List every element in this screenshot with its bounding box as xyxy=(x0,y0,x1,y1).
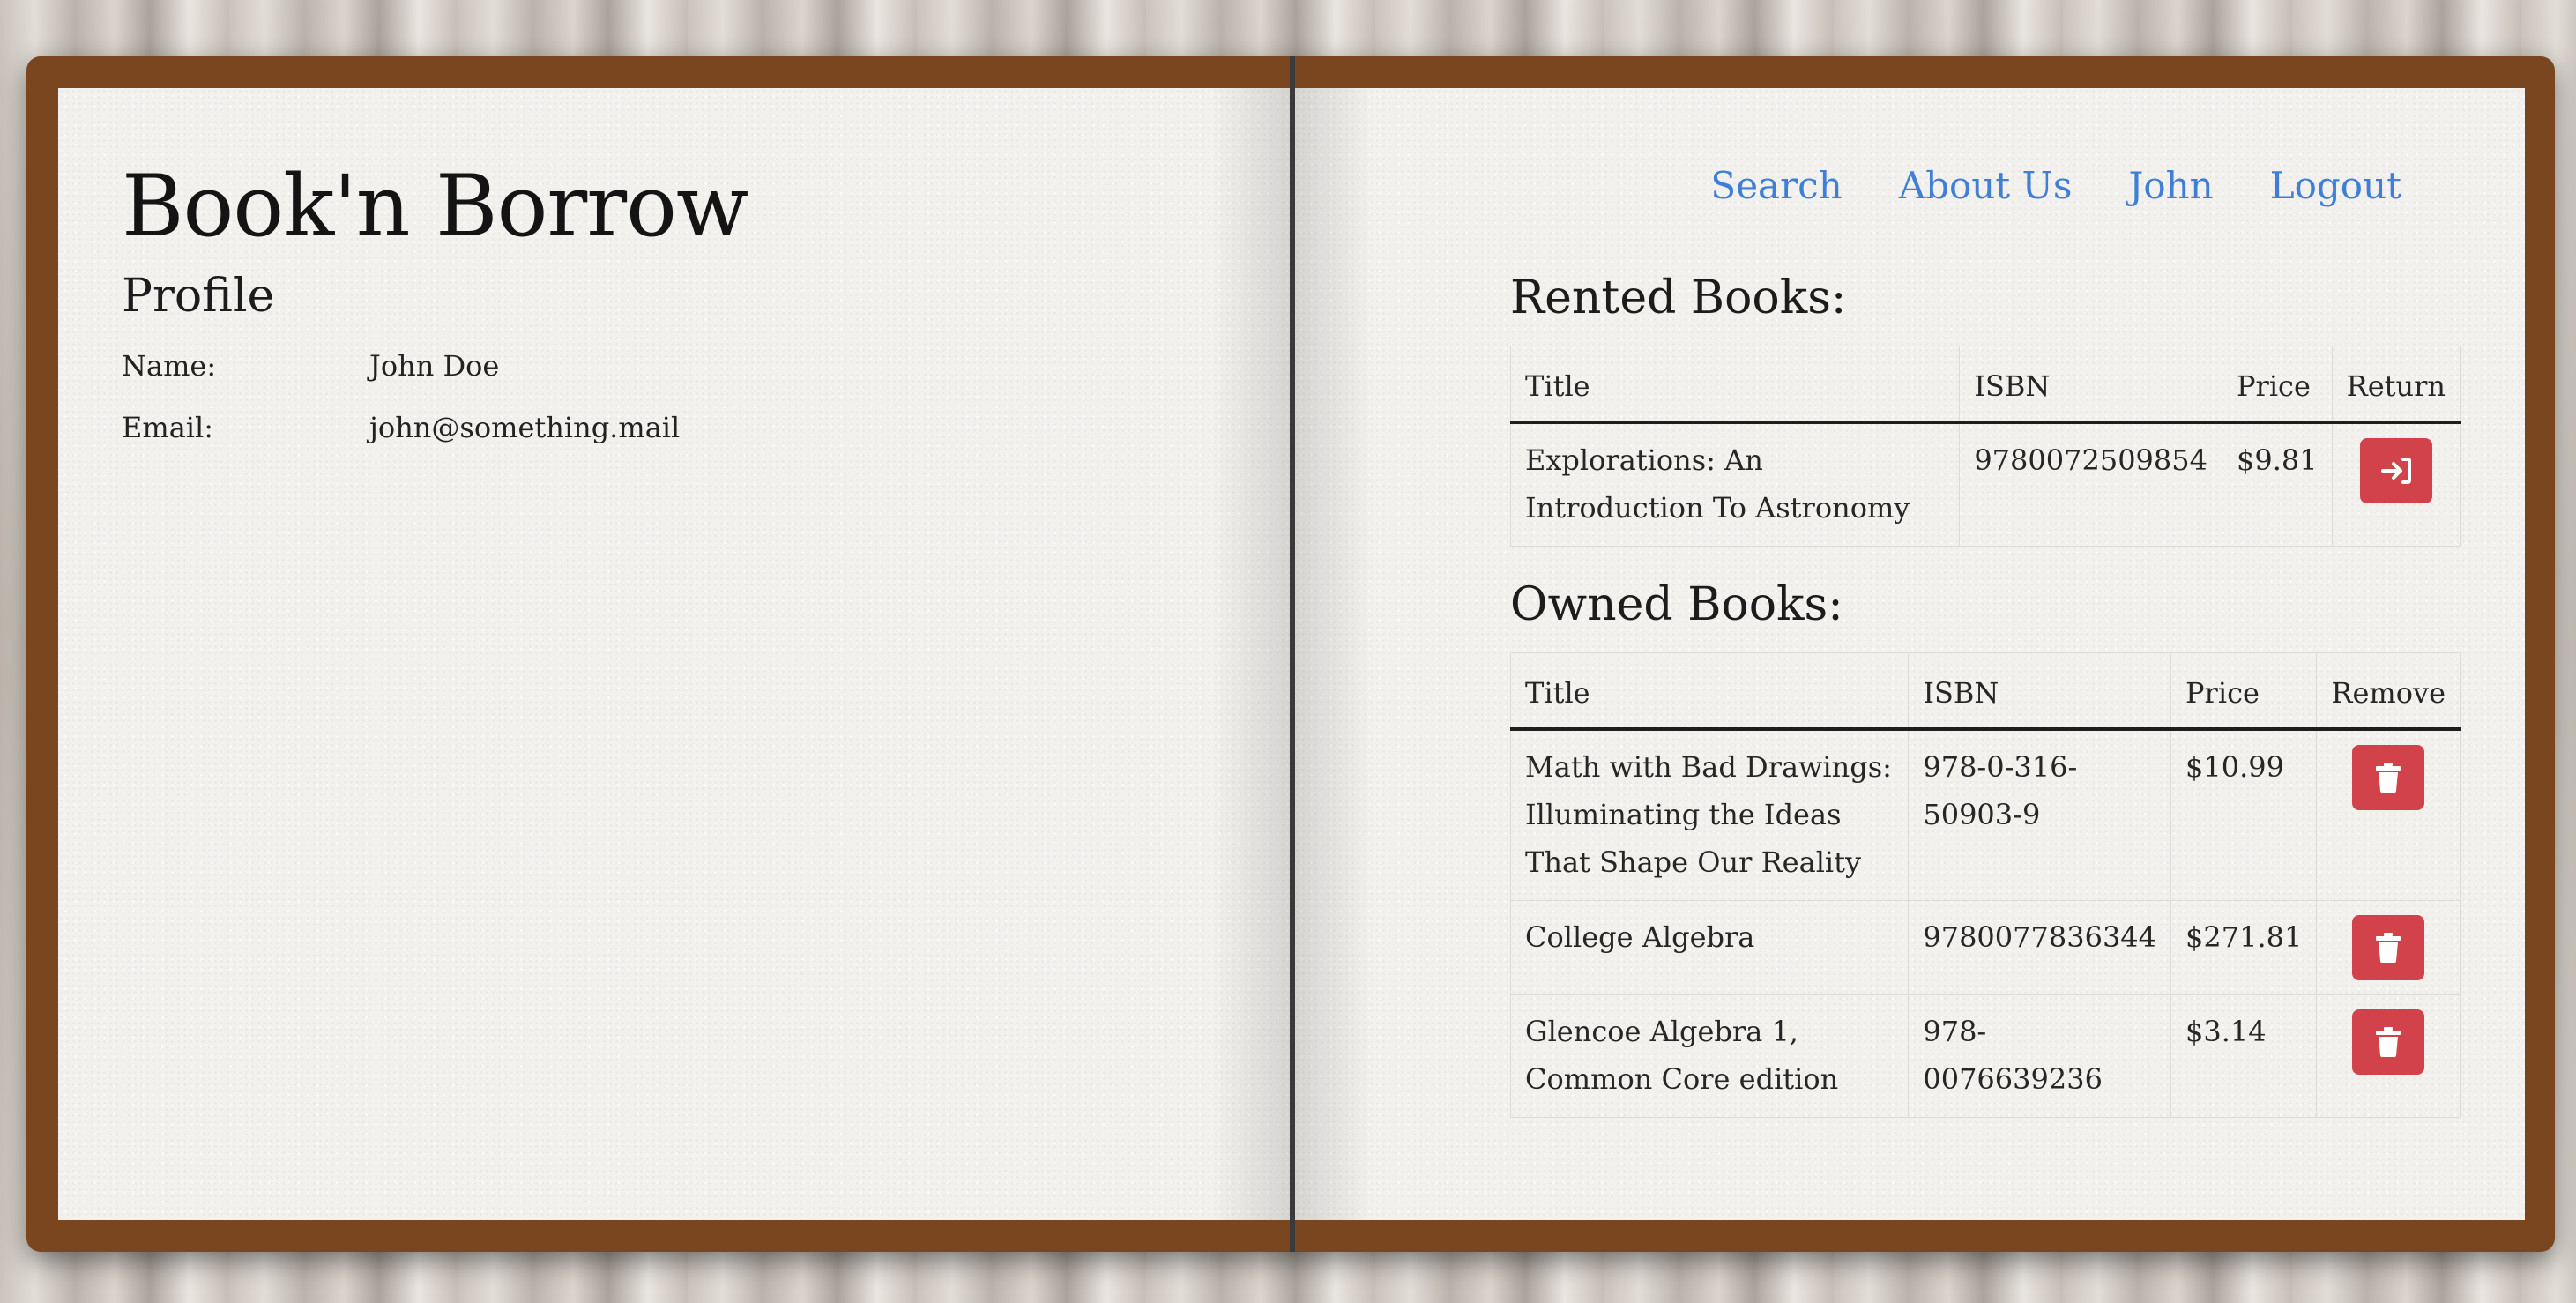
nav-about-link[interactable]: About Us xyxy=(1899,164,2073,207)
table-header-row: Title ISBN Price Remove xyxy=(1509,652,2461,731)
return-book-button[interactable] xyxy=(2359,438,2432,503)
book-title: Explorations: An Introduction To Astrono… xyxy=(1509,421,1961,547)
book-price: $10.99 xyxy=(2170,728,2318,901)
trash-icon xyxy=(2376,933,2401,963)
column-header: Price xyxy=(2221,346,2333,424)
site-title: Book'n Borrow xyxy=(122,157,748,256)
book-isbn: 978-0076639236 xyxy=(1908,994,2172,1118)
owned-books-table: Title ISBN Price Remove Math with Bad Dr… xyxy=(1509,652,2461,1118)
table-row: Math with Bad Drawings: Illuminating the… xyxy=(1509,728,2461,901)
trash-icon xyxy=(2376,763,2401,793)
trash-icon xyxy=(2376,1027,2401,1057)
column-header: Title xyxy=(1509,652,1910,731)
owned-books-heading: Owned Books: xyxy=(1510,578,1843,631)
book-price: $9.81 xyxy=(2221,421,2333,547)
table-header-row: Title ISBN Price Return xyxy=(1509,346,2461,424)
table-row: Glencoe Algebra 1, Common Core edition 9… xyxy=(1509,994,2461,1118)
remove-book-button[interactable] xyxy=(2352,915,2425,980)
remove-book-button[interactable] xyxy=(2352,1009,2425,1075)
return-icon xyxy=(2380,458,2411,484)
table-row: College Algebra 9780077836344 $271.81 xyxy=(1509,900,2461,995)
column-header: ISBN xyxy=(1959,346,2222,424)
book-isbn: 978-0-316-50903-9 xyxy=(1908,728,2172,901)
profile-heading: Profile xyxy=(122,270,275,323)
nav-user-link[interactable]: John xyxy=(2128,164,2213,207)
name-value: John Doe xyxy=(369,349,500,383)
book-isbn: 9780072509854 xyxy=(1959,421,2222,547)
nav-logout-link[interactable]: Logout xyxy=(2270,164,2401,207)
right-page: Search About Us John Logout Rented Books… xyxy=(1294,88,2525,1220)
email-label: Email: xyxy=(122,411,214,444)
book-title: Glencoe Algebra 1, Common Core edition xyxy=(1509,994,1910,1118)
column-header: ISBN xyxy=(1908,652,2172,731)
rented-books-table: Title ISBN Price Return Explorations: An… xyxy=(1509,346,2461,547)
column-header: Remove xyxy=(2316,652,2461,731)
name-label: Name: xyxy=(122,349,217,383)
column-header: Title xyxy=(1509,346,1961,424)
book-title: Math with Bad Drawings: Illuminating the… xyxy=(1509,728,1910,901)
rented-books-heading: Rented Books: xyxy=(1510,272,1847,324)
book-title: College Algebra xyxy=(1509,900,1910,995)
table-row: Explorations: An Introduction To Astrono… xyxy=(1509,421,2461,547)
book-price: $271.81 xyxy=(2170,900,2318,995)
column-header: Return xyxy=(2331,346,2461,424)
book-price: $3.14 xyxy=(2170,994,2318,1118)
book-isbn: 9780077836344 xyxy=(1908,900,2172,995)
book-spine xyxy=(1290,56,1295,1252)
email-value: john@something.mail xyxy=(369,411,681,444)
top-nav: Search About Us John Logout xyxy=(1710,164,2401,207)
remove-book-button[interactable] xyxy=(2352,745,2425,810)
column-header: Price xyxy=(2170,652,2318,731)
nav-search-link[interactable]: Search xyxy=(1710,164,1842,207)
left-page: Book'n Borrow Profile Name: John Doe Ema… xyxy=(58,88,1291,1220)
